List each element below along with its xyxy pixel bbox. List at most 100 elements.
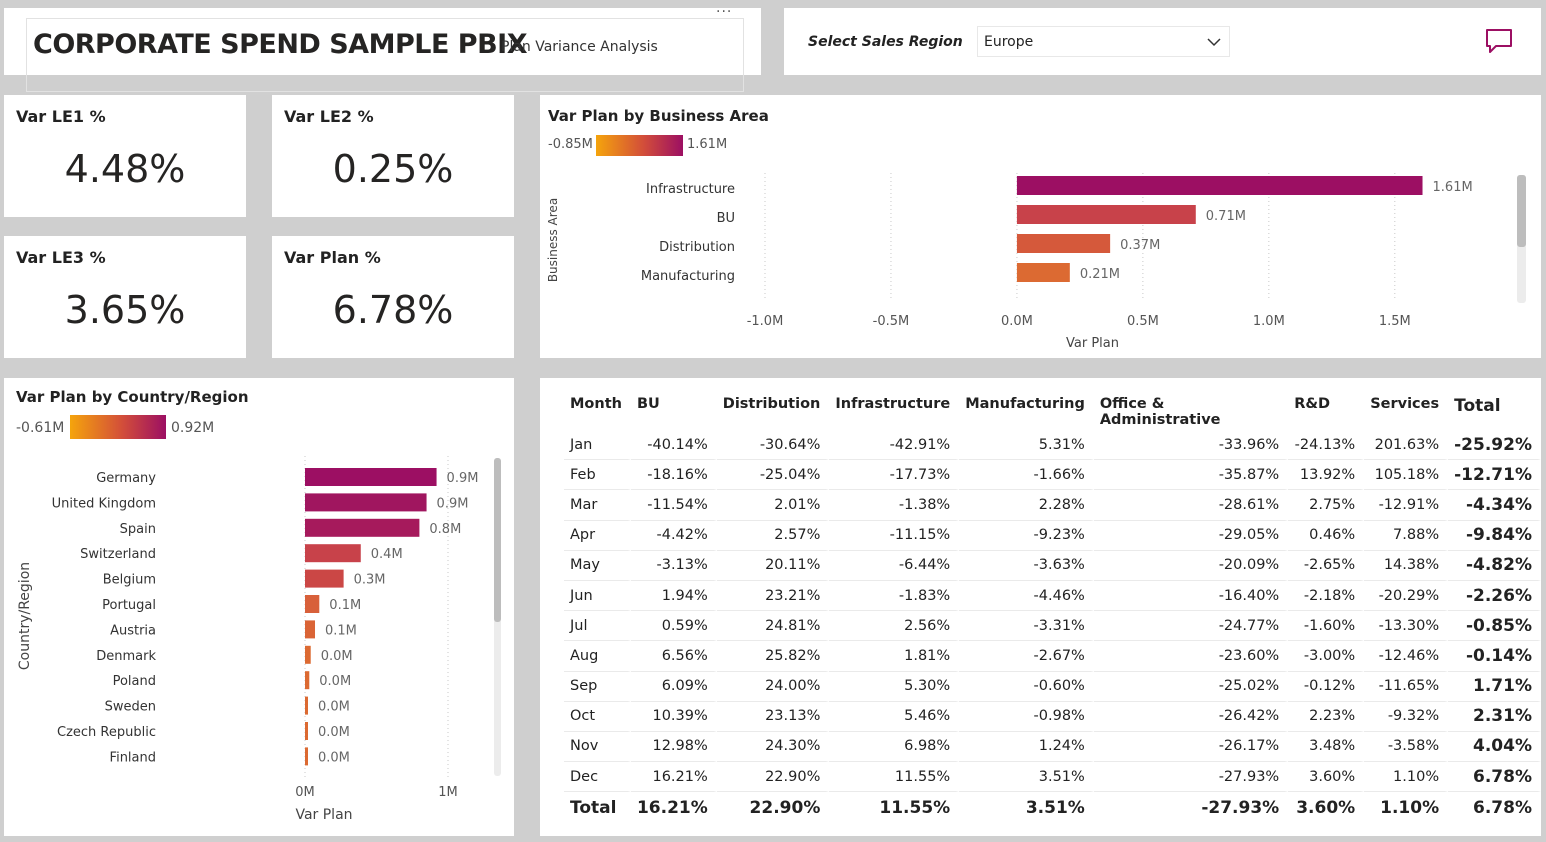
value-cell: 2.75% <box>1288 490 1365 521</box>
value-cell: -42.91% <box>829 430 960 461</box>
total-row: Total 16.21% 22.90% 11.55% 3.51% -27.93% 3.60%… <box>564 792 1541 825</box>
row-header-cell: Nov <box>564 731 631 763</box>
value-cell: 13.92% <box>1288 460 1365 491</box>
region-dropdown[interactable]: Europe <box>977 26 1230 57</box>
x-axis-title: Var Plan <box>295 807 352 823</box>
value-cell: -20.29% <box>1364 580 1449 612</box>
kpi-card-var-plan[interactable]: Var Plan % 6.78% <box>272 236 514 358</box>
x-tick-label: 1.0M <box>1253 314 1285 329</box>
data-label: 0.37M <box>1120 238 1160 253</box>
value-cell: -12.46% <box>1364 641 1449 672</box>
value-cell: -9.23% <box>959 520 1094 551</box>
value-cell: -1.66% <box>959 460 1094 491</box>
column-header[interactable]: Office & Administrative <box>1093 390 1289 430</box>
column-header[interactable]: Month <box>564 390 631 430</box>
kpi-title: Var LE2 % <box>284 107 374 126</box>
report-title: CORPORATE SPEND SAMPLE PBIX <box>33 29 528 60</box>
bar <box>305 493 427 512</box>
value-cell: 1.10% <box>1364 762 1449 793</box>
bar <box>305 544 361 563</box>
value-cell: -0.12% <box>1288 671 1365 702</box>
data-label: 0.1M <box>325 623 357 638</box>
data-label: 0.0M <box>318 750 350 765</box>
value-cell: 2.31% <box>1448 701 1541 732</box>
value-cell: -35.87% <box>1093 460 1289 491</box>
column-header[interactable]: Manufacturing <box>959 390 1094 430</box>
x-tick-label: 0.0M <box>1001 314 1033 329</box>
column-header[interactable]: BU <box>630 390 717 430</box>
value-cell: -2.67% <box>959 641 1094 672</box>
more-options-icon[interactable]: ··· <box>716 4 732 20</box>
value-cell: -0.98% <box>959 701 1094 732</box>
column-header[interactable]: Infrastructure <box>829 390 960 430</box>
country-region-chart-card[interactable]: Var Plan by Country/Region -0.61M 0.92M … <box>4 378 514 836</box>
row-header-cell: Oct <box>564 701 631 732</box>
kpi-card-var-le3[interactable]: Var LE3 % 3.65% <box>4 236 246 358</box>
x-tick-label: 0.5M <box>1127 314 1159 329</box>
value-cell: -3.31% <box>959 611 1094 642</box>
value-cell: 3.48% <box>1288 731 1365 763</box>
value-cell: 23.21% <box>716 580 830 612</box>
data-label: 0.0M <box>319 674 351 689</box>
data-label: 0.8M <box>429 522 461 537</box>
value-cell: -16.40% <box>1093 580 1289 612</box>
data-label: 0.0M <box>321 649 353 664</box>
scrollbar-thumb[interactable] <box>1517 175 1526 247</box>
table-row: Sep 6.09% 24.00% 5.30% -0.60% -25.02% -0.12% -1… <box>564 671 1541 702</box>
data-label: 0.9M <box>447 471 479 486</box>
value-cell: -27.93% <box>1093 762 1289 793</box>
value-cell: 5.30% <box>829 671 960 702</box>
table-row: May -3.13% 20.11% -6.44% -3.63% -20.09% -2.65%… <box>564 550 1541 581</box>
bar <box>305 468 437 486</box>
value-cell: 1.94% <box>630 580 717 612</box>
value-cell: 12.98% <box>630 731 717 763</box>
table-row: Nov 12.98% 24.30% 6.98% 1.24% -26.17% 3.48% -3.… <box>564 731 1541 763</box>
kpi-card-var-le2[interactable]: Var LE2 % 0.25% <box>272 95 514 217</box>
value-cell: -9.32% <box>1364 701 1449 732</box>
table-row: Jul 0.59% 24.81% 2.56% -3.31% -24.77% -1.60% -1… <box>564 611 1541 642</box>
data-label: 0.0M <box>318 725 350 740</box>
kpi-card-var-le1[interactable]: Var LE1 % 4.48% <box>4 95 246 217</box>
column-header[interactable]: Distribution <box>716 390 830 430</box>
value-cell: -4.82% <box>1448 550 1541 581</box>
row-header-cell: Sep <box>564 671 631 702</box>
value-cell: 25.82% <box>716 641 830 672</box>
bar <box>305 722 308 740</box>
category-label: Manufacturing <box>641 269 735 284</box>
data-label: 0.21M <box>1080 267 1120 282</box>
value-cell: -26.17% <box>1093 731 1289 763</box>
scrollbar-thumb[interactable] <box>494 458 501 622</box>
value-cell: -4.42% <box>630 520 717 551</box>
value-cell: -25.02% <box>1093 671 1289 702</box>
value-cell: -23.60% <box>1093 641 1289 672</box>
value-cell: 16.21% <box>630 762 717 793</box>
title-card: CORPORATE SPEND SAMPLE PBIX Plan Varianc… <box>4 4 761 92</box>
data-label: 0.3M <box>354 573 386 588</box>
bar <box>305 645 311 664</box>
comment-icon[interactable] <box>1484 27 1514 55</box>
title-textbox[interactable]: CORPORATE SPEND SAMPLE PBIX Plan Varianc… <box>26 18 744 92</box>
category-label: Distribution <box>659 240 735 255</box>
value-cell: 105.18% <box>1364 460 1449 491</box>
column-header[interactable]: Services <box>1364 390 1449 430</box>
variance-matrix-card[interactable]: Month BU Distribution Infrastructure Manufac… <box>540 378 1541 836</box>
value-cell: 11.55% <box>829 762 960 793</box>
data-label: 0.9M <box>437 496 469 511</box>
report-subtitle: Plan Variance Analysis <box>501 39 658 55</box>
value-cell: 20.11% <box>716 550 830 581</box>
value-cell: 11.55% <box>829 792 960 825</box>
business-area-chart-card[interactable]: Var Plan by Business Area -0.85M 1.61M -… <box>540 95 1541 358</box>
column-header[interactable]: Total <box>1448 390 1541 430</box>
row-header-cell: Feb <box>564 460 631 491</box>
value-cell: -0.60% <box>959 671 1094 702</box>
category-label: Austria <box>110 623 156 638</box>
value-cell: 10.39% <box>630 701 717 732</box>
category-label: Spain <box>120 522 156 537</box>
y-axis-title: Country/Region <box>17 562 33 670</box>
table-row: Jan -40.14% -30.64% -42.91% 5.31% -33.96% -24.… <box>564 430 1541 461</box>
chevron-down-icon <box>1207 38 1221 47</box>
value-cell: -6.44% <box>829 550 960 581</box>
column-header[interactable]: R&D <box>1288 390 1365 430</box>
value-cell: 24.30% <box>716 731 830 763</box>
value-cell: -11.65% <box>1364 671 1449 702</box>
